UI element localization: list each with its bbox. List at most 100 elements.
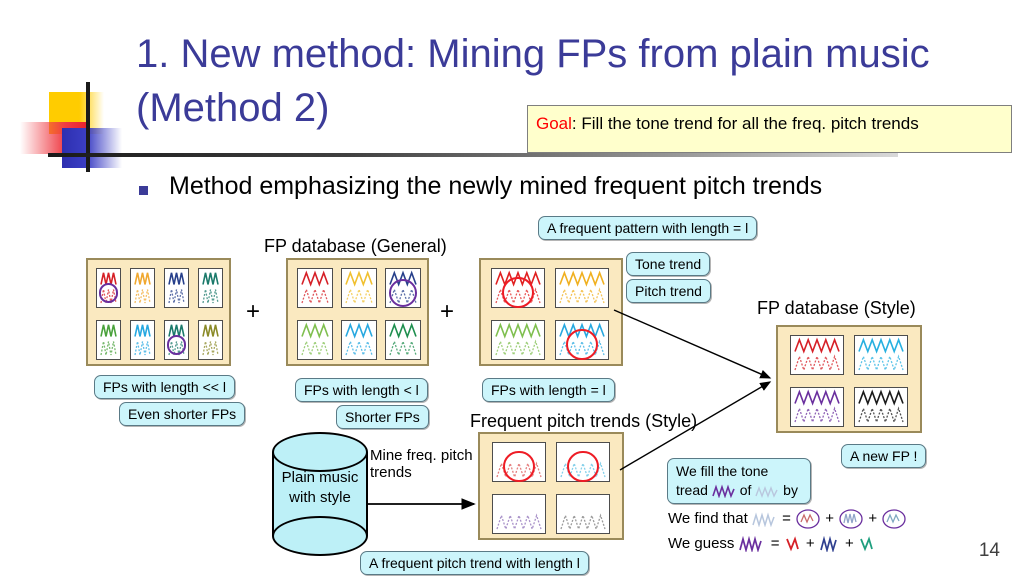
pitch-trend-stroke [345, 339, 373, 358]
equation-guess-row: We guess = + + [668, 535, 876, 554]
tone-trend-stroke [168, 272, 185, 285]
wave-circled-blue-icon [839, 509, 863, 529]
wave-faded-icon [755, 486, 778, 499]
wave-purple-icon [712, 484, 735, 499]
wave-faded-lhs-icon [752, 511, 775, 528]
fp-db-general-c [479, 258, 623, 366]
equation-guess-plus2: + [845, 535, 854, 552]
fp-db-style [776, 325, 922, 433]
callout-pitch-trend: Pitch trend [626, 279, 711, 303]
fp-cell [297, 268, 333, 308]
waveform-icon [559, 270, 605, 306]
waveform-icon [134, 272, 151, 304]
goal-box: Goal: Fill the tone trend for all the fr… [527, 105, 1012, 153]
waveform-icon [168, 272, 185, 304]
waveform-icon [858, 389, 904, 425]
pitch-trend-stroke [495, 339, 541, 358]
tone-trend-stroke [345, 322, 373, 339]
equation-guess-plus1: + [805, 535, 815, 552]
waveform-icon [495, 322, 541, 358]
page-number: 14 [978, 540, 1000, 561]
callout-fps-shorter-text: FPs with length < l [304, 382, 419, 398]
database-cylinder-bottom [272, 516, 368, 556]
fp-cell [556, 494, 610, 534]
callout-frequent-pattern-length-text: A frequent pattern with length = l [547, 220, 749, 236]
tone-trend-stroke [134, 324, 151, 337]
wave-green-icon [860, 536, 873, 552]
pitch-trend-stroke [794, 354, 840, 373]
waveform-icon [345, 270, 373, 306]
waveform-icon [858, 337, 904, 373]
fp-cell [341, 268, 377, 308]
equation-find-plus2: + [868, 509, 878, 527]
fp-cell [555, 268, 609, 308]
fp-cell [130, 268, 155, 308]
tone-trend-stroke [202, 272, 219, 285]
fp-cell [790, 335, 844, 375]
pitch-trend-stroke [389, 339, 417, 358]
highlight-circle-red [566, 329, 598, 361]
callout-we-fill-tone-tread: We fill the tone tread of by [667, 458, 811, 504]
database-cylinder-top [272, 432, 368, 472]
wave-red-icon [785, 536, 799, 552]
callout-fps-equal-text: FPs with length = l [491, 382, 606, 398]
tone-trend-stroke [301, 270, 329, 287]
logo-blue-square [62, 128, 122, 168]
logo-vertical-line [86, 82, 90, 172]
pitch-trend-stroke [858, 406, 904, 425]
pitch-trend-stroke [559, 287, 605, 306]
fp-cell [341, 320, 377, 360]
equation-find-label: We find that [668, 509, 748, 527]
goal-text: Fill the tone trend for all the freq. pi… [581, 114, 919, 133]
fp-cell [854, 387, 908, 427]
waveform-icon [345, 322, 373, 358]
highlight-circle-red [503, 451, 535, 483]
pitch-trend-stroke [134, 341, 151, 356]
tone-trend-stroke [858, 337, 904, 354]
callout-tone-trend: Tone trend [626, 252, 711, 276]
equation-find-equals: = [782, 509, 791, 527]
callout-we-fill-end: by [783, 482, 798, 498]
highlight-circle-purple [166, 335, 187, 355]
callout-fps-equal: FPs with length = l [482, 378, 615, 402]
fp-cell [385, 320, 421, 360]
arrow-label-line2: trends [370, 464, 412, 481]
pitch-trend-stroke [560, 513, 606, 532]
callout-even-shorter-fps-text: Even shorter FPs [128, 406, 237, 422]
frequent-pitch-trends-style [478, 432, 624, 540]
slide: 1. New method: Mining FPs from plain mus… [0, 0, 1024, 576]
arrow-label-line1: Mine freq. pitch [370, 447, 473, 464]
fp-cell [130, 320, 155, 360]
pitch-trend-stroke [202, 289, 219, 304]
tone-trend-stroke [559, 270, 605, 287]
callout-a-new-fp: A new FP ! [841, 444, 927, 468]
goal-label: Goal [536, 114, 572, 133]
equation-find-plus1: + [825, 509, 834, 527]
bullet-text: Method emphasizing the newly mined frequ… [169, 172, 823, 200]
fp-cell [96, 320, 121, 360]
callout-we-fill-of: of [739, 482, 752, 498]
fp-db-general-b [286, 258, 429, 366]
cylinder-label-line2: with style [289, 489, 351, 506]
plus-operator-1: + [246, 298, 261, 325]
callout-shorter-fps: Shorter FPs [336, 405, 429, 429]
goal-separator: : [571, 114, 582, 133]
waveform-icon [560, 513, 606, 532]
waveform-icon [496, 513, 542, 532]
waveform-icon [202, 324, 219, 356]
fp-cell [164, 268, 189, 308]
pitch-trend-stroke [168, 289, 185, 304]
callout-fps-much-shorter: FPs with length << l [94, 375, 235, 399]
fp-cell [491, 320, 545, 360]
callout-we-fill-pre: We fill the tone [676, 463, 769, 479]
equation-find-row: We find that = + + [668, 509, 907, 529]
waveform-icon [202, 272, 219, 304]
callout-tone-trend-text: Tone trend [635, 256, 702, 272]
callout-we-fill-mid: tread [676, 482, 708, 498]
fp-cell [790, 387, 844, 427]
callout-frequent-pitch-trend-length-text: A frequent pitch trend with length l [369, 555, 580, 571]
pitch-trend-stroke [202, 341, 219, 356]
plus-operator-2: + [440, 298, 455, 325]
waveform-icon [794, 389, 840, 425]
highlight-circle-purple [98, 283, 119, 303]
